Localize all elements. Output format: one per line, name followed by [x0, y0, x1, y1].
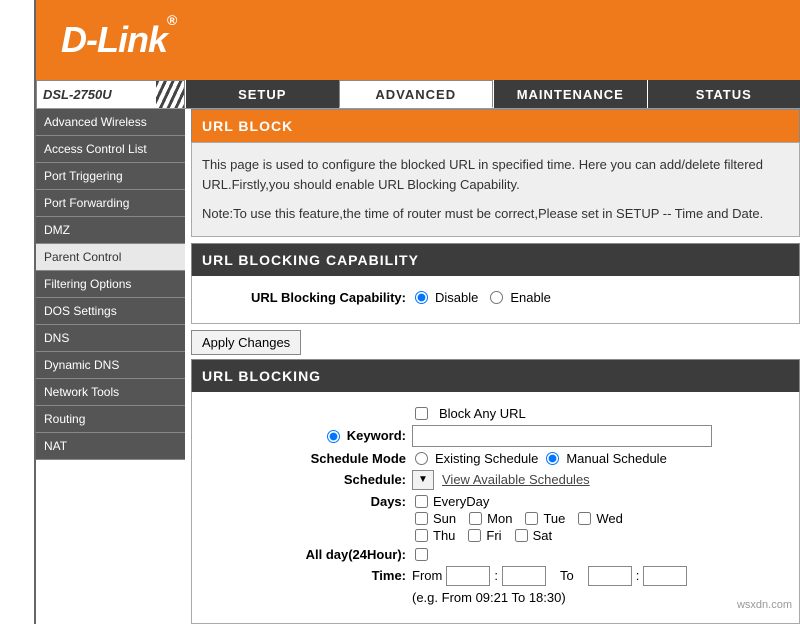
sun-checkbox[interactable] [415, 512, 428, 525]
sidebar: Advanced Wireless Access Control List Po… [36, 109, 185, 624]
wed-checkbox[interactable] [578, 512, 591, 525]
existing-schedule-label: Existing Schedule [435, 451, 538, 466]
view-available-schedules-link[interactable]: View Available Schedules [442, 472, 590, 487]
existing-schedule-radio[interactable] [415, 452, 428, 465]
sidebar-item-parent-control[interactable]: Parent Control [36, 244, 185, 271]
sidebar-item-port-triggering[interactable]: Port Triggering [36, 163, 185, 190]
sidebar-item-dos-settings[interactable]: DOS Settings [36, 298, 185, 325]
tue-label: Tue [543, 511, 565, 526]
capability-enable-label: Enable [510, 290, 550, 305]
all-day-checkbox[interactable] [415, 548, 428, 561]
schedule-label: Schedule: [202, 472, 412, 487]
section-capability-title: URL BLOCKING CAPABILITY [191, 243, 800, 276]
sidebar-item-dmz[interactable]: DMZ [36, 217, 185, 244]
sun-label: Sun [433, 511, 456, 526]
brand-logo: D-Link® [61, 19, 176, 61]
tab-status[interactable]: STATUS [647, 80, 800, 108]
fri-label: Fri [486, 528, 501, 543]
capability-form: URL Blocking Capability: Disable Enable [191, 276, 800, 324]
sidebar-item-port-forwarding[interactable]: Port Forwarding [36, 190, 185, 217]
tue-checkbox[interactable] [525, 512, 538, 525]
time-label: Time: [202, 568, 412, 583]
fri-checkbox[interactable] [468, 529, 481, 542]
from-label: From [412, 568, 442, 583]
sidebar-item-dynamic-dns[interactable]: Dynamic DNS [36, 352, 185, 379]
time-example-label: (e.g. From 09:21 To 18:30) [412, 590, 566, 605]
days-label: Days: [202, 494, 412, 509]
keyword-input[interactable] [412, 425, 712, 447]
everyday-checkbox[interactable] [415, 495, 428, 508]
keyword-radio[interactable] [327, 430, 340, 443]
header: D-Link® [36, 0, 800, 80]
watermark: wsxdn.com [737, 599, 792, 611]
desc-text-2: Note:To use this feature,the time of rou… [202, 204, 789, 224]
section-url-blocking-title: URL BLOCKING [191, 359, 800, 392]
top-nav: DSL-2750U SETUP ADVANCED MAINTENANCE STA… [36, 80, 800, 109]
sidebar-item-access-control-list[interactable]: Access Control List [36, 136, 185, 163]
thu-checkbox[interactable] [415, 529, 428, 542]
section-url-block-desc: This page is used to configure the block… [191, 142, 800, 237]
capability-label: URL Blocking Capability: [202, 290, 412, 305]
manual-schedule-radio[interactable] [546, 452, 559, 465]
to-hour-input[interactable] [588, 566, 632, 586]
block-any-url-label: Block Any URL [439, 406, 526, 421]
section-url-block-title: URL BLOCK [191, 109, 800, 142]
sidebar-item-dns[interactable]: DNS [36, 325, 185, 352]
all-day-label: All day(24Hour): [202, 547, 412, 562]
tab-setup[interactable]: SETUP [185, 80, 339, 108]
block-any-url-checkbox[interactable] [415, 407, 428, 420]
manual-schedule-label: Manual Schedule [566, 451, 666, 466]
model-label: DSL-2750U [36, 80, 185, 108]
wed-label: Wed [596, 511, 623, 526]
desc-text-1: This page is used to configure the block… [202, 155, 789, 194]
url-blocking-form: Block Any URL Keyword: Schedule Mode [191, 392, 800, 624]
sidebar-item-routing[interactable]: Routing [36, 406, 185, 433]
sidebar-item-filtering-options[interactable]: Filtering Options [36, 271, 185, 298]
tab-advanced[interactable]: ADVANCED [339, 80, 494, 108]
capability-enable-radio[interactable] [490, 291, 503, 304]
keyword-label: Keyword: [347, 428, 406, 443]
sidebar-item-network-tools[interactable]: Network Tools [36, 379, 185, 406]
thu-label: Thu [433, 528, 455, 543]
to-min-input[interactable] [643, 566, 687, 586]
sidebar-item-nat[interactable]: NAT [36, 433, 185, 460]
sidebar-item-advanced-wireless[interactable]: Advanced Wireless [36, 109, 185, 136]
mon-checkbox[interactable] [469, 512, 482, 525]
capability-disable-radio[interactable] [415, 291, 428, 304]
everyday-label: EveryDay [433, 494, 489, 509]
mon-label: Mon [487, 511, 512, 526]
sat-checkbox[interactable] [515, 529, 528, 542]
capability-disable-label: Disable [435, 290, 478, 305]
from-min-input[interactable] [502, 566, 546, 586]
schedule-mode-label: Schedule Mode [202, 451, 412, 466]
from-hour-input[interactable] [446, 566, 490, 586]
sat-label: Sat [533, 528, 553, 543]
tab-maintenance[interactable]: MAINTENANCE [493, 80, 647, 108]
to-label: To [560, 568, 574, 583]
apply-changes-button[interactable]: Apply Changes [191, 330, 301, 355]
schedule-dropdown-button[interactable]: ▼ [412, 470, 434, 490]
